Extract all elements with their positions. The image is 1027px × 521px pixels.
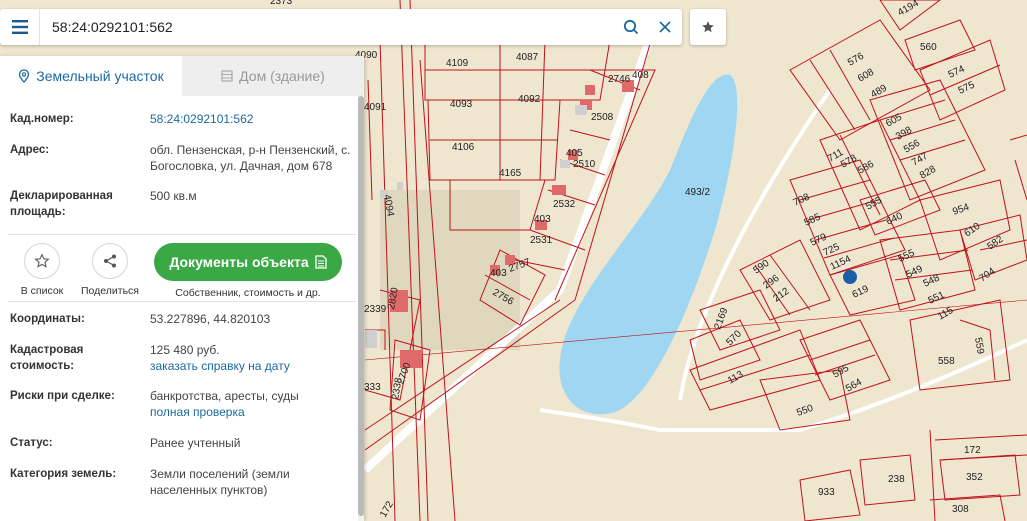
svg-text:2532: 2532	[553, 199, 576, 210]
area-label: Декларированная площадь:	[10, 190, 113, 218]
cad-number-link[interactable]: 58:24:0292101:562	[150, 112, 253, 126]
action-bar: В список Поделиться Документы объекта Со…	[0, 235, 364, 301]
cadastral-cost-value: 125 480 руб.	[150, 343, 220, 357]
svg-text:405: 405	[566, 148, 583, 159]
search-bar	[0, 9, 682, 45]
svg-text:560: 560	[920, 42, 937, 53]
building-icon	[221, 70, 233, 82]
row-cad-number: Кад.номер: 58:24:0292101:562	[10, 111, 354, 127]
selected-parcel-marker[interactable]	[843, 270, 857, 284]
divider	[8, 301, 356, 302]
add-to-list-button[interactable]	[24, 243, 60, 279]
status-value: Ранее учтенный	[150, 436, 241, 450]
share-button[interactable]	[92, 243, 128, 279]
risks-value: банкротства, аресты, суды	[150, 389, 299, 403]
risks-label: Риски при сделке:	[10, 390, 115, 402]
document-icon	[314, 255, 327, 269]
coordinates-label: Координаты:	[10, 313, 85, 325]
svg-text:558: 558	[938, 356, 955, 367]
location-pin-icon	[19, 69, 30, 83]
svg-text:493/2: 493/2	[685, 187, 710, 198]
detail-rows: Координаты: 53.227896, 44.820103 Кадастр…	[0, 311, 364, 498]
cadastral-cost-label: Кадастровая стоимость:	[10, 344, 84, 372]
object-info-panel: Земельный участок Дом (здание) Кад.номер…	[0, 56, 364, 521]
svg-text:308: 308	[952, 504, 969, 515]
panel-scrollbar[interactable]	[358, 96, 364, 521]
row-area: Декларированная площадь: 500 кв.м	[10, 188, 354, 220]
svg-text:4165: 4165	[499, 168, 522, 179]
documents-action: Документы объекта Собственник, стоимость…	[154, 243, 342, 299]
svg-text:4087: 4087	[516, 52, 539, 63]
info-rows: Кад.номер: 58:24:0292101:562 Адрес: обл.…	[0, 111, 364, 220]
row-status: Статус: Ранее учтенный	[10, 435, 354, 451]
svg-text:408: 408	[632, 70, 649, 81]
search-button[interactable]	[614, 9, 648, 45]
svg-text:2531: 2531	[530, 235, 553, 246]
svg-text:4092: 4092	[518, 94, 541, 105]
svg-text:352: 352	[966, 472, 983, 483]
svg-text:4093: 4093	[450, 99, 473, 110]
search-input[interactable]	[40, 10, 614, 44]
order-certificate-link[interactable]: заказать справку на дату	[150, 359, 290, 373]
svg-text:403: 403	[490, 268, 507, 279]
documents-button[interactable]: Документы объекта	[154, 243, 342, 281]
add-to-list-action: В список	[8, 243, 76, 297]
close-icon	[659, 21, 671, 33]
tab-building[interactable]: Дом (здание)	[182, 56, 364, 96]
menu-icon	[11, 20, 28, 34]
favorites-button[interactable]	[690, 9, 726, 45]
status-label: Статус:	[10, 437, 53, 449]
svg-text:2510: 2510	[573, 159, 596, 170]
menu-button[interactable]	[0, 9, 40, 45]
clear-button[interactable]	[648, 9, 682, 45]
add-to-list-label: В список	[20, 285, 64, 297]
address-value: обл. Пензенская, р-н Пензенский, с. Бого…	[150, 143, 351, 173]
share-label: Поделиться	[81, 285, 139, 297]
search-icon	[623, 19, 639, 35]
share-action: Поделиться	[76, 243, 144, 297]
row-cadastral-cost: Кадастровая стоимость: 125 480 руб. зака…	[10, 342, 354, 374]
svg-text:4091: 4091	[364, 102, 387, 113]
svg-text:4106: 4106	[452, 142, 475, 153]
svg-text:172: 172	[964, 445, 981, 456]
svg-text:403: 403	[534, 214, 551, 225]
tab-building-label: Дом (здание)	[239, 68, 325, 84]
row-coordinates: Координаты: 53.227896, 44.820103	[10, 311, 354, 327]
panel-scrollbar-thumb[interactable]	[358, 96, 364, 516]
row-land-category: Категория земель: Земли поселений (земли…	[10, 466, 354, 498]
svg-text:238: 238	[888, 474, 905, 485]
address-label: Адрес:	[10, 144, 50, 156]
cad-number-label: Кад.номер:	[10, 113, 74, 125]
star-outline-icon	[34, 253, 50, 268]
svg-text:2373: 2373	[270, 0, 293, 7]
svg-text:2339: 2339	[364, 304, 387, 315]
documents-subtitle: Собственник, стоимость и др.	[175, 287, 321, 299]
row-risks: Риски при сделке: банкротства, аресты, с…	[10, 388, 354, 420]
tab-land-plot-label: Земельный участок	[36, 68, 164, 84]
share-icon	[104, 254, 116, 268]
land-category-label: Категория земель:	[10, 468, 117, 480]
coordinates-value: 53.227896, 44.820103	[150, 312, 271, 326]
area-value: 500 кв.м	[150, 189, 197, 203]
svg-text:2746: 2746	[608, 74, 631, 85]
svg-text:4109: 4109	[446, 58, 469, 69]
documents-button-label: Документы объекта	[169, 254, 309, 270]
full-check-link[interactable]: полная проверка	[150, 405, 245, 419]
land-category-value: Земли поселений (земли населенных пункто…	[150, 467, 290, 497]
svg-text:2508: 2508	[591, 112, 614, 123]
svg-text:333: 333	[364, 382, 381, 393]
row-address: Адрес: обл. Пензенская, р-н Пензенский, …	[10, 142, 354, 174]
tab-bar: Земельный участок Дом (здание)	[0, 56, 364, 96]
svg-text:933: 933	[818, 487, 835, 498]
star-icon	[702, 21, 714, 33]
tab-land-plot[interactable]: Земельный участок	[0, 56, 182, 96]
